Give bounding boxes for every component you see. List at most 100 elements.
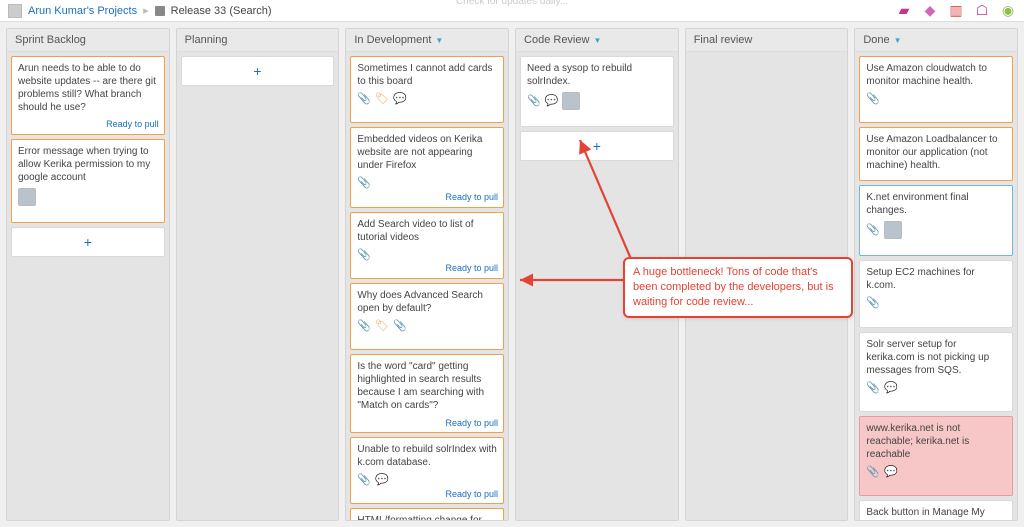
attachment-icon: 📎 [527, 94, 541, 108]
ready-to-pull-link[interactable]: Ready to pull [445, 418, 498, 430]
chat-bubble-icon: 💬 [884, 381, 898, 395]
column-body: Arun needs to be able to do website upda… [7, 52, 169, 520]
column: In Development▼ Sometimes I cannot add ca… [345, 28, 509, 521]
column-dropdown-icon[interactable]: ▼ [435, 36, 443, 45]
card[interactable]: Use Amazon Loadbalancer to monitor our a… [859, 127, 1013, 181]
card[interactable]: Solr server setup for kerika.com is not … [859, 332, 1013, 412]
card-meta: 📎💬 [357, 473, 497, 487]
card-title: Embedded videos on Kerika website are no… [357, 133, 497, 172]
column: Planning + [176, 28, 340, 521]
card-meta: 📎 [866, 296, 1006, 310]
column-header[interactable]: In Development▼ [346, 29, 508, 52]
ready-to-pull-link[interactable]: Ready to pull [445, 263, 498, 275]
breadcrumb-separator-icon: ▸ [143, 4, 149, 17]
card-title: Need a sysop to rebuild solrIndex. [527, 62, 667, 88]
card[interactable]: Unable to rebuild solrIndex with k.com d… [350, 437, 504, 504]
topbar: Arun Kumar's Projects ▸ Release 33 (Sear… [0, 0, 1024, 22]
card[interactable]: Need a sysop to rebuild solrIndex.📎💬 [520, 56, 674, 127]
user-avatar-icon[interactable] [8, 4, 22, 18]
card[interactable]: Add Search video to list of tutorial vid… [350, 212, 504, 279]
card-meta: 📎 [357, 176, 497, 190]
chat-bubble-icon: 💬 [375, 473, 389, 487]
column-title: Final review [694, 34, 753, 46]
ready-to-pull-link[interactable]: Ready to pull [445, 192, 498, 204]
card[interactable]: Sometimes I cannot add cards to this boa… [350, 56, 504, 123]
card-title: HTML/formatting change for search result… [357, 514, 497, 520]
card[interactable]: Error message when trying to allow Kerik… [11, 139, 165, 223]
card-title: www.kerika.net is not reachable; kerika.… [866, 422, 1006, 461]
column-dropdown-icon[interactable]: ▼ [593, 36, 601, 45]
attachment-icon: 📎 [866, 465, 880, 479]
tag-icon[interactable]: ◆ [922, 3, 938, 19]
card-title: Use Amazon cloudwatch to monitor machine… [866, 62, 1006, 88]
add-card-button[interactable]: + [11, 227, 165, 257]
card[interactable]: Embedded videos on Kerika website are no… [350, 127, 504, 207]
card-title: Use Amazon Loadbalancer to monitor our a… [866, 133, 1006, 172]
tag-icon: 🏷 [375, 92, 389, 106]
card[interactable]: Setup EC2 machines for k.com. 📎 [859, 260, 1013, 327]
add-card-button[interactable]: + [181, 56, 335, 86]
card-title: Setup EC2 machines for k.com. [866, 266, 1006, 292]
card[interactable]: Why does Advanced Search open by default… [350, 283, 504, 350]
add-card-button[interactable]: + [520, 131, 674, 161]
attachment-icon: 📎 [866, 223, 880, 237]
attachment-icon: 📎 [866, 296, 880, 310]
card[interactable]: Is the word "card" getting highlighted i… [350, 354, 504, 433]
chat-bubble-icon: 💬 [393, 92, 407, 106]
card-title: Sometimes I cannot add cards to this boa… [357, 62, 497, 88]
card-meta: 📎🏷📎 [357, 319, 497, 333]
column-header[interactable]: Done ▼ [855, 29, 1017, 52]
board-icon [155, 6, 165, 16]
card-meta: 📎💬 [866, 381, 1006, 395]
annotation-text: A huge bottleneck! Tons of code that's b… [633, 266, 834, 308]
card[interactable]: Use Amazon cloudwatch to monitor machine… [859, 56, 1013, 123]
attachment-icon: 📎 [866, 381, 880, 395]
card-avatar-icon [18, 188, 36, 206]
column: Done ▼ Use Amazon cloudwatch to monitor ma… [854, 28, 1018, 521]
card-title: Back button in Manage My Account is not … [866, 506, 1006, 520]
card-title: Is the word "card" getting highlighted i… [357, 360, 497, 412]
attachment-icon: 📎 [357, 248, 371, 262]
card[interactable]: www.kerika.net is not reachable; kerika.… [859, 416, 1013, 496]
column-dropdown-icon[interactable]: ▼ [894, 36, 902, 45]
breadcrumb: Arun Kumar's Projects ▸ Release 33 (Sear… [8, 4, 272, 18]
kanban-board: Sprint Backlog Arun needs to be able to d… [0, 22, 1024, 527]
card[interactable]: Arun needs to be able to do website upda… [11, 56, 165, 135]
card-title: Solr server setup for kerika.com is not … [866, 338, 1006, 377]
card-title: Unable to rebuild solrIndex with k.com d… [357, 443, 497, 469]
tag-icon: 🏷 [375, 319, 389, 333]
column-body: Use Amazon cloudwatch to monitor machine… [855, 52, 1017, 520]
column-header[interactable]: Final review [686, 29, 848, 52]
column: Sprint Backlog Arun needs to be able to d… [6, 28, 170, 521]
column-title: Code Review [524, 34, 589, 46]
attachment-icon: 📎 [393, 319, 407, 333]
column-title: Done [863, 34, 889, 46]
column-title: Planning [185, 34, 228, 46]
attachment-icon: 📎 [357, 176, 371, 190]
card-meta: 📎💬 [866, 465, 1006, 479]
card-title: Arun needs to be able to do website upda… [18, 62, 158, 114]
card-meta [18, 188, 158, 206]
people-icon[interactable]: ☖ [974, 3, 990, 19]
sync-icon[interactable]: ◉ [1000, 3, 1016, 19]
columns-icon[interactable]: ▥ [948, 3, 964, 19]
ready-to-pull-link[interactable]: Ready to pull [445, 489, 498, 501]
attachment-icon: 📎 [357, 473, 371, 487]
card-meta: 📎 [866, 221, 1006, 239]
topbar-actions: ▰ ◆ ▥ ☖ ◉ [896, 3, 1016, 19]
card-meta: 📎 [866, 92, 1006, 106]
card-title: Error message when trying to allow Kerik… [18, 145, 158, 184]
column-header[interactable]: Code Review ▼ [516, 29, 678, 52]
card[interactable]: Back button in Manage My Account is not … [859, 500, 1013, 520]
attachment-icon: 📎 [866, 92, 880, 106]
card[interactable]: K.net environment final changes.📎 [859, 185, 1013, 256]
ready-to-pull-link[interactable]: Ready to pull [106, 119, 159, 131]
chat-bubble-icon: 💬 [884, 465, 898, 479]
card[interactable]: HTML/formatting change for search result… [350, 508, 504, 520]
chat-icon[interactable]: ▰ [896, 3, 912, 19]
card-meta: 📎🏷💬 [357, 92, 497, 106]
column-header[interactable]: Planning [177, 29, 339, 52]
column-body: + [177, 52, 339, 520]
column-header[interactable]: Sprint Backlog [7, 29, 169, 52]
breadcrumb-root[interactable]: Arun Kumar's Projects [28, 5, 137, 17]
